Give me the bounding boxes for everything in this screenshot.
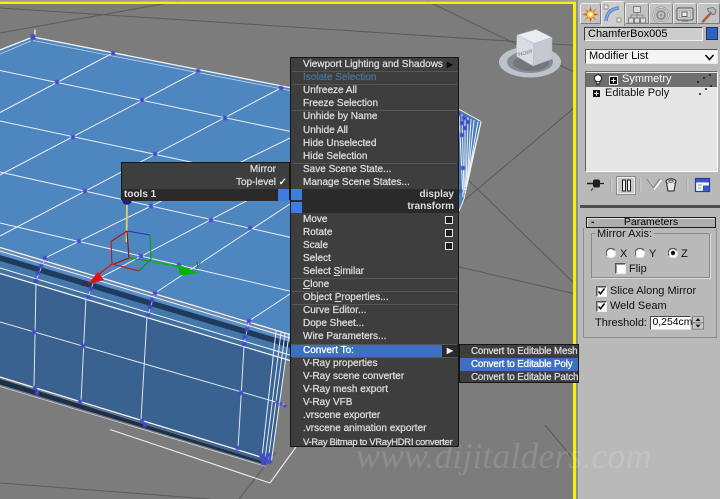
- svg-text:y: y: [195, 259, 201, 269]
